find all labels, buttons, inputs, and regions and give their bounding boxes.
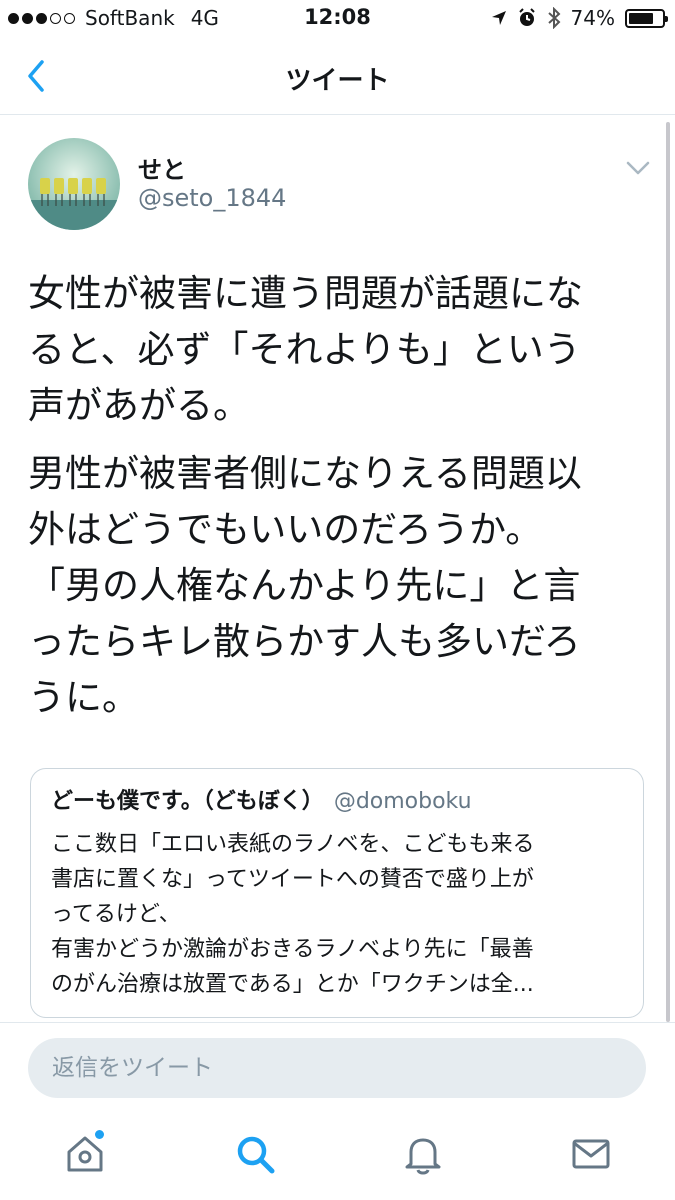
alarm-clock-icon [518, 8, 535, 26]
status-right: 74% [491, 6, 668, 30]
tweet-paragraph: 女性が被害に遭う問題が話題にな ると、必ず「それよりも」という 声があがる。 [28, 272, 583, 427]
author-handle[interactable]: @seto_1844 [138, 184, 286, 212]
tab-bar [0, 1112, 675, 1200]
status-bar: SoftBank 4G 12:08 74% [0, 0, 675, 38]
home-new-indicator [95, 1130, 104, 1139]
quoted-tweet-text: ここ数日「エロい表紙のラノベを、こどもも来る 書店に置くな」ってツイートへの賛否… [51, 827, 623, 1002]
navigation-bar: ツイート [0, 38, 675, 115]
quoted-tweet-header: どーも僕です。（どもぼく） @domoboku [51, 785, 623, 819]
quoted-author-handle: @domoboku [333, 789, 472, 814]
author-name[interactable]: せと [138, 150, 186, 185]
tab-notifications[interactable] [401, 1132, 445, 1176]
author-avatar[interactable] [28, 138, 120, 230]
reply-bar: 返信をツイート [0, 1022, 675, 1113]
messages-envelope-icon [572, 1139, 610, 1169]
tweet-text: 女性が被害に遭う問題が話題にな ると、必ず「それよりも」という 声があがる。 男… [28, 266, 648, 738]
quoted-text-line: 有害かどうか激論がおきるラノベより先に「最善 [51, 937, 534, 962]
search-icon [237, 1136, 275, 1174]
quoted-text-line: のがん治療は放置である」とか「ワクチンは全... [51, 972, 534, 997]
avatar-image [28, 138, 120, 230]
page-title: ツイート [285, 66, 390, 96]
battery-icon [625, 8, 668, 28]
scrollbar[interactable] [666, 122, 670, 1022]
quoted-text-line: ここ数日「エロい表紙のラノベを、こどもも来る [51, 832, 535, 857]
tweet-paragraph: 男性が被害者側になりえる問題以 外はどうでもいいのだろうか。 「男の人権なんかよ… [28, 452, 582, 719]
location-arrow-icon [491, 11, 506, 25]
tab-messages[interactable] [569, 1132, 613, 1176]
reply-input[interactable]: 返信をツイート [28, 1038, 646, 1098]
tweet-options-button[interactable] [624, 158, 652, 178]
quoted-text-line: ってるけど、 [51, 902, 181, 927]
tab-search[interactable] [233, 1132, 277, 1176]
quoted-author-name: どーも僕です。（どもぼく） [51, 789, 324, 814]
chevron-down-icon [626, 161, 650, 175]
notifications-bell-icon [405, 1138, 441, 1175]
quoted-tweet-card[interactable]: どーも僕です。（どもぼく） @domoboku ここ数日「エロい表紙のラノベを、こ… [30, 768, 644, 1018]
quoted-text-line: 書店に置くな」ってツイートへの賛否で盛り上が [51, 867, 534, 892]
battery-percent: 74% [570, 6, 615, 30]
battery-fill [629, 12, 653, 24]
bluetooth-icon [547, 7, 560, 29]
